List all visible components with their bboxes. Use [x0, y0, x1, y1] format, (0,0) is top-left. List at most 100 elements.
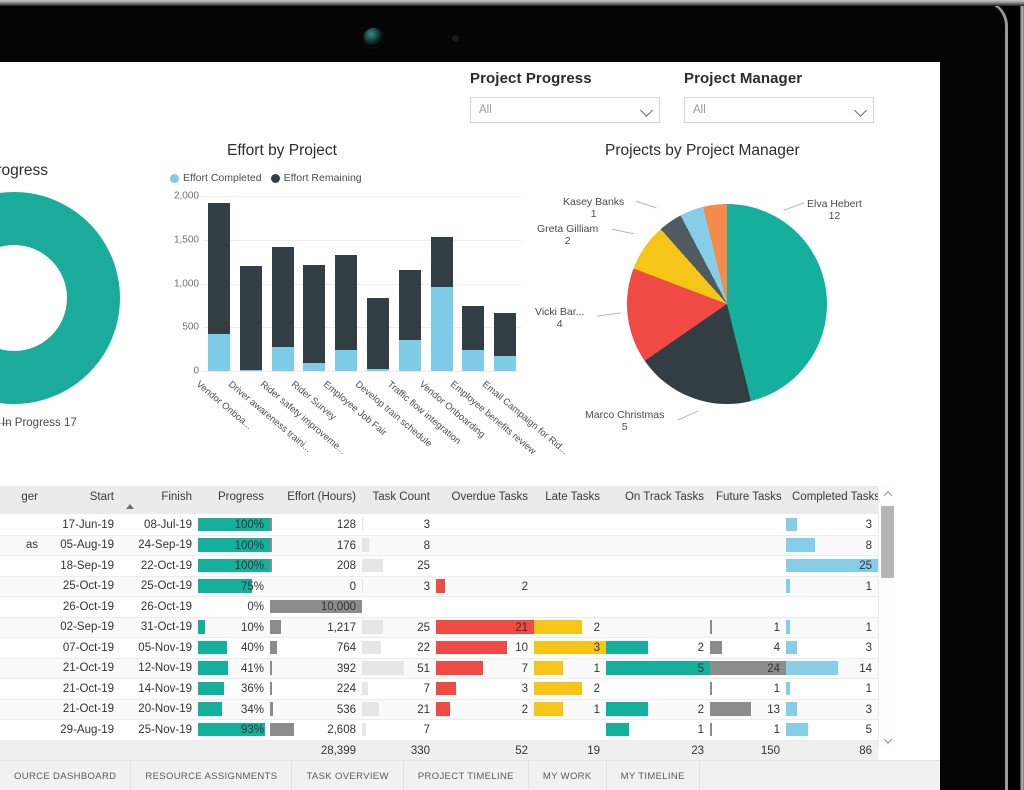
bottom-tab[interactable]: MY WORK [528, 761, 607, 790]
bar-column[interactable] [366, 297, 389, 371]
table-column-header[interactable]: Progress [198, 486, 270, 515]
table-total-cell: 86 [786, 739, 878, 761]
cell-progress: 40% [198, 637, 270, 659]
cell-value: 24 [767, 662, 780, 675]
cell-completed-tasks: 3 [786, 637, 878, 659]
table-vertical-scrollbar[interactable] [878, 486, 895, 748]
data-bar-wrapper: 75% [198, 577, 270, 596]
filter-select-project-progress[interactable]: All [470, 97, 660, 123]
data-bar [786, 538, 816, 552]
bar-segment-effort-remaining [271, 247, 294, 347]
bar-segment-effort-completed [271, 346, 294, 371]
data-bar-wrapper: 10,000 [270, 597, 362, 616]
cell-start-date: 29-Aug-19 [44, 719, 120, 741]
cell-completed-tasks: 25 [786, 555, 878, 577]
table-column-header[interactable]: ger [0, 486, 44, 515]
cell-on-track-tasks [606, 514, 710, 536]
table-row[interactable]: 02-Sep-19 31-Oct-19 10% 1,217 25 21 2 1 1 [0, 617, 878, 638]
table-column-header[interactable]: Late Tasks [534, 486, 606, 515]
data-bar-wrapper: 1 [606, 720, 710, 739]
filter-select-project-manager[interactable]: All [684, 97, 874, 123]
data-bar [786, 722, 809, 736]
data-bar-wrapper: 1 [710, 720, 786, 739]
bottom-tab[interactable]: MY TIMELINE [606, 761, 700, 790]
bar-column[interactable] [239, 265, 262, 371]
table-row[interactable]: 26-Oct-19 26-Oct-19 0% 10,000 [0, 596, 878, 618]
data-bar-wrapper [436, 597, 534, 616]
bar-column[interactable] [207, 203, 230, 371]
table-column-header[interactable]: Completed Tasks [786, 486, 880, 515]
table-column-header[interactable]: Task Count [362, 486, 436, 515]
table-row[interactable]: 21-Oct-19 20-Nov-19 34% 536 21 2 1 2 13 3 [0, 699, 878, 720]
bottom-tab[interactable]: RESOURCE ASSIGNMENTS [131, 761, 293, 790]
table-column-header[interactable]: Future Tasks [710, 486, 786, 515]
bar-column[interactable] [271, 247, 294, 371]
table-row[interactable]: 17-Jun-19 08-Jul-19 100% 128 3 3 [0, 514, 878, 536]
table-row[interactable]: 25-Oct-19 25-Oct-19 75% 0 3 2 1 [0, 576, 878, 597]
bottom-tab[interactable]: PROJECT TIMELINE [403, 761, 529, 790]
cell-value: 1 [865, 580, 872, 593]
pie-label-value: 4 [556, 318, 563, 330]
cell-late-tasks: 3 [534, 637, 606, 659]
scroll-down-icon[interactable] [879, 733, 896, 748]
data-bar-wrapper: 40% [198, 638, 270, 657]
cell-value: 2 [521, 703, 528, 716]
table-column-header[interactable]: Start [44, 486, 120, 515]
table-row[interactable]: 21-Oct-19 12-Nov-19 41% 392 51 7 1 5 24 14 [0, 658, 878, 679]
bar-column[interactable] [430, 237, 453, 371]
cell-value: 51 [417, 662, 430, 675]
legend-item-effort-remaining[interactable]: Effort Remaining [270, 172, 362, 184]
scrollbar-thumb[interactable] [881, 506, 894, 578]
legend-item-effort-completed[interactable]: Effort Completed [170, 172, 262, 184]
table-row[interactable]: 29-Aug-19 25-Nov-19 93% 2,608 7 1 1 5 [0, 719, 878, 741]
cell-completed-tasks: 14 [786, 658, 878, 679]
bar-segment-effort-remaining [303, 264, 326, 364]
y-axis-tick: 500 [182, 321, 199, 333]
table-row[interactable]: 18-Sep-19 22-Oct-19 100% 208 25 25 [0, 555, 878, 577]
cell-value: 1 [773, 683, 780, 695]
visuals-row: Progress In Progress 17 Effort by Projec… [0, 134, 940, 544]
cell-value: 3 [423, 580, 430, 593]
donut-chart[interactable] [0, 192, 120, 404]
data-bar-wrapper [534, 577, 606, 596]
cell-finish-date: 14-Nov-19 [120, 678, 198, 700]
cell-value: 100% [234, 560, 264, 572]
pie-label-value: 12 [828, 210, 841, 222]
data-bar [362, 538, 369, 552]
data-bar [710, 681, 713, 695]
table-row[interactable]: 21-Oct-19 14-Nov-19 36% 224 7 3 2 1 1 [0, 678, 878, 700]
cell-completed-tasks: 1 [786, 678, 878, 700]
table-row[interactable]: as 05-Aug-19 24-Sep-19 100% 176 8 8 [0, 535, 878, 556]
data-bar [534, 681, 582, 695]
table-column-header[interactable]: On Track Tasks [606, 486, 710, 515]
cell-late-tasks [534, 719, 606, 741]
data-bar-wrapper: 3 [362, 515, 436, 534]
bottom-tab[interactable]: OURCE DASHBOARD [0, 761, 132, 790]
cell-future-tasks: 1 [710, 719, 786, 741]
pie-chart[interactable]: Projects by Project Manager Kasey Banks … [535, 134, 940, 544]
cell-future-tasks: 4 [710, 637, 786, 659]
cell-future-tasks [710, 535, 786, 556]
data-bar-wrapper: 2,608 [270, 720, 362, 739]
grid-line [203, 239, 521, 241]
cell-finish-date: 12-Nov-19 [120, 658, 198, 679]
bar-column[interactable] [398, 269, 421, 371]
cell-value: 1 [865, 683, 872, 695]
table-column-header[interactable]: Finish [120, 486, 198, 515]
laptop-device: Project Progress All Project Manager All… [0, 0, 1024, 790]
cell-future-tasks [710, 576, 786, 597]
table-column-header[interactable]: Overdue Tasks [436, 486, 534, 515]
data-bar-wrapper: 224 [270, 679, 362, 698]
bar-column[interactable] [303, 264, 326, 371]
projects-table[interactable]: ger Start Finish Progress Effort (Hours) Task… [0, 486, 940, 761]
bar-chart[interactable]: Effort by Project Effort Completed Effor… [165, 134, 570, 544]
bar-column[interactable] [494, 312, 517, 371]
filter-label-project-progress: Project Progress [470, 70, 592, 87]
bar-column[interactable] [335, 255, 358, 371]
bar-column[interactable] [462, 306, 485, 371]
table-row[interactable]: 07-Oct-19 05-Nov-19 40% 764 22 10 3 2 4 3 [0, 637, 878, 659]
data-bar [362, 681, 368, 695]
scroll-up-icon[interactable] [879, 486, 896, 501]
bottom-tab[interactable]: TASK OVERVIEW [292, 761, 404, 790]
table-column-header[interactable]: Effort (Hours) [270, 486, 362, 515]
